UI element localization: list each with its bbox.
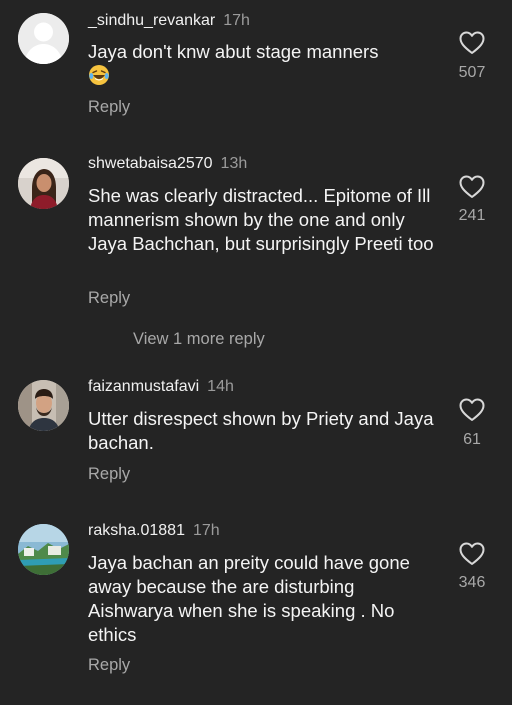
heart-outline-icon[interactable] [459,542,485,566]
reply-button[interactable]: Reply [88,655,130,675]
user-photo-icon [18,524,69,575]
timestamp: 17h [192,522,220,539]
avatar[interactable] [18,524,69,575]
comment-item: raksha.01881 17h Jaya bachan an preity co… [0,0,512,705]
username[interactable]: raksha.01881 [88,522,185,539]
comment-meta: raksha.01881 17h [88,521,220,541]
like-count: 346 [458,574,486,591]
comment-text: Jaya bachan an preity could have gone aw… [88,552,410,645]
